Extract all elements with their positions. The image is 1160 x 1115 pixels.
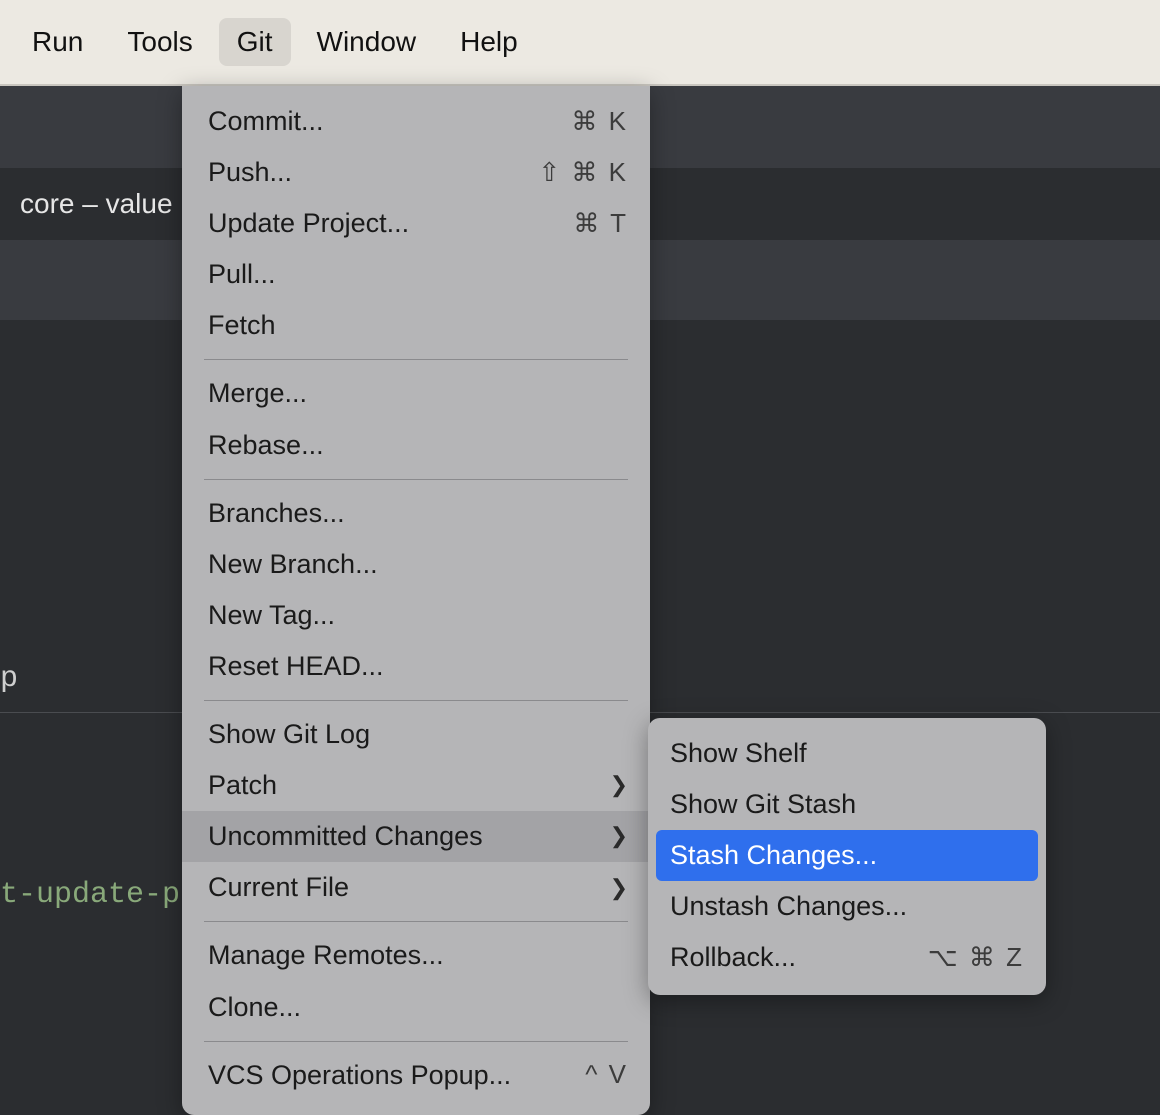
submenu-item-rollback[interactable]: Rollback... ⌥ ⌘ Z bbox=[648, 932, 1046, 983]
menu-item-label: Show Shelf bbox=[670, 736, 807, 771]
menu-separator bbox=[204, 359, 628, 360]
menu-item-label: Clone... bbox=[208, 990, 301, 1025]
menu-item-patch[interactable]: Patch ❯ bbox=[182, 760, 650, 811]
menu-item-vcs-operations-popup[interactable]: VCS Operations Popup... ^ V bbox=[182, 1050, 650, 1101]
menu-item-label: Current File bbox=[208, 870, 349, 905]
menu-item-label: Patch bbox=[208, 768, 277, 803]
menu-item-shortcut: ⌘ T bbox=[573, 207, 628, 241]
menu-item-commit[interactable]: Commit... ⌘ K bbox=[182, 96, 650, 147]
menu-item-label: Update Project... bbox=[208, 206, 409, 241]
menu-item-manage-remotes[interactable]: Manage Remotes... bbox=[182, 930, 650, 981]
menu-item-label: Show Git Log bbox=[208, 717, 370, 752]
code-fragment: p bbox=[0, 662, 18, 696]
menu-item-label: Show Git Stash bbox=[670, 787, 856, 822]
menu-separator bbox=[204, 1041, 628, 1042]
menu-item-pull[interactable]: Pull... bbox=[182, 249, 650, 300]
menubar: Run Tools Git Window Help bbox=[0, 0, 1160, 86]
menu-item-branches[interactable]: Branches... bbox=[182, 488, 650, 539]
menu-item-label: Branches... bbox=[208, 496, 345, 531]
menu-item-label: Reset HEAD... bbox=[208, 649, 384, 684]
chevron-right-icon: ❯ bbox=[610, 771, 628, 800]
menu-item-label: Push... bbox=[208, 155, 292, 190]
menubar-item-tools[interactable]: Tools bbox=[109, 18, 210, 66]
menu-item-merge[interactable]: Merge... bbox=[182, 368, 650, 419]
menu-item-label: Uncommitted Changes bbox=[208, 819, 483, 854]
menu-item-label: Rollback... bbox=[670, 940, 796, 975]
code-fragment: t-update-pt bbox=[0, 878, 198, 912]
menu-item-label: Manage Remotes... bbox=[208, 938, 444, 973]
menu-item-shortcut: ⌘ K bbox=[571, 105, 628, 139]
menu-item-clone[interactable]: Clone... bbox=[182, 982, 650, 1033]
menu-item-current-file[interactable]: Current File ❯ bbox=[182, 862, 650, 913]
menu-item-label: Commit... bbox=[208, 104, 324, 139]
menu-item-label: Unstash Changes... bbox=[670, 889, 907, 924]
menu-item-shortcut: ^ V bbox=[585, 1058, 628, 1092]
menu-item-label: Merge... bbox=[208, 376, 307, 411]
menu-item-rebase[interactable]: Rebase... bbox=[182, 420, 650, 471]
menu-item-update-project[interactable]: Update Project... ⌘ T bbox=[182, 198, 650, 249]
submenu-item-stash-changes[interactable]: Stash Changes... bbox=[656, 830, 1038, 881]
menu-item-label: VCS Operations Popup... bbox=[208, 1058, 511, 1093]
chevron-right-icon: ❯ bbox=[610, 822, 628, 851]
menu-item-label: Stash Changes... bbox=[670, 838, 877, 873]
menu-separator bbox=[204, 921, 628, 922]
menu-item-label: New Branch... bbox=[208, 547, 378, 582]
menu-item-shortcut: ⇧ ⌘ K bbox=[538, 156, 628, 190]
uncommitted-changes-submenu: Show Shelf Show Git Stash Stash Changes.… bbox=[648, 718, 1046, 995]
menu-item-fetch[interactable]: Fetch bbox=[182, 300, 650, 351]
editor-tab-label[interactable]: core – value bbox=[20, 188, 173, 220]
submenu-item-unstash-changes[interactable]: Unstash Changes... bbox=[648, 881, 1046, 932]
menu-item-label: Fetch bbox=[208, 308, 276, 343]
menu-item-label: Rebase... bbox=[208, 428, 324, 463]
menu-separator bbox=[204, 479, 628, 480]
menu-item-reset-head[interactable]: Reset HEAD... bbox=[182, 641, 650, 692]
menu-item-new-tag[interactable]: New Tag... bbox=[182, 590, 650, 641]
menubar-item-git[interactable]: Git bbox=[219, 18, 291, 66]
git-menu: Commit... ⌘ K Push... ⇧ ⌘ K Update Proje… bbox=[182, 86, 650, 1115]
submenu-item-show-git-stash[interactable]: Show Git Stash bbox=[648, 779, 1046, 830]
menu-item-label: New Tag... bbox=[208, 598, 335, 633]
menu-item-show-git-log[interactable]: Show Git Log bbox=[182, 709, 650, 760]
menu-item-label: Pull... bbox=[208, 257, 276, 292]
menubar-item-window[interactable]: Window bbox=[299, 18, 435, 66]
submenu-item-show-shelf[interactable]: Show Shelf bbox=[648, 728, 1046, 779]
menu-item-push[interactable]: Push... ⇧ ⌘ K bbox=[182, 147, 650, 198]
chevron-right-icon: ❯ bbox=[610, 874, 628, 903]
menu-item-uncommitted-changes[interactable]: Uncommitted Changes ❯ bbox=[182, 811, 650, 862]
menubar-item-run[interactable]: Run bbox=[14, 18, 101, 66]
menu-separator bbox=[204, 700, 628, 701]
menu-item-new-branch[interactable]: New Branch... bbox=[182, 539, 650, 590]
menu-item-shortcut: ⌥ ⌘ Z bbox=[928, 941, 1024, 975]
menubar-item-help[interactable]: Help bbox=[442, 18, 536, 66]
